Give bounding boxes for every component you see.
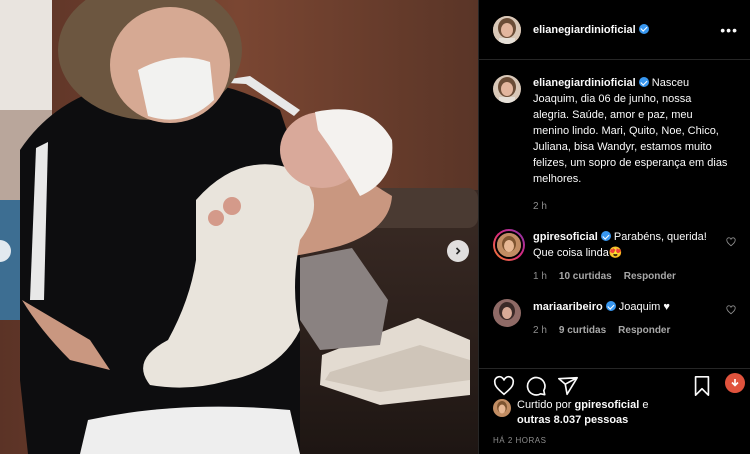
- comment-username[interactable]: gpiresoficial: [533, 231, 611, 243]
- comment-time[interactable]: 1 h: [533, 269, 547, 285]
- more-options-icon[interactable]: •••: [720, 22, 738, 38]
- caption-body: elianegiardinioficial Nasceu Joaquim, di…: [533, 75, 729, 215]
- comment-username[interactable]: mariaaribeiro: [533, 301, 616, 313]
- bookmark-icon[interactable]: [691, 375, 713, 397]
- reply-button[interactable]: Responder: [618, 323, 670, 339]
- caption-row: elianegiardinioficial Nasceu Joaquim, di…: [479, 61, 750, 215]
- comment-row: mariaaribeiro Joaquim ♥ 2 h 9 curtidas R…: [479, 285, 750, 339]
- comment-row: gpiresoficial Parabéns, querida! Que coi…: [479, 215, 750, 285]
- caption-username-text: elianegiardinioficial: [533, 77, 636, 89]
- verified-icon: [605, 301, 616, 311]
- action-bar: [479, 368, 750, 398]
- liked-by-username[interactable]: gpiresoficial: [574, 399, 639, 411]
- caption-username[interactable]: elianegiardinioficial: [533, 77, 649, 89]
- comment-icon[interactable]: [525, 375, 547, 397]
- liked-by-others[interactable]: outras 8.037 pessoas: [517, 414, 628, 426]
- post-side-panel: elianegiardinioficial ••• elianegiardini…: [478, 0, 750, 454]
- liked-by-joiner: e: [642, 399, 649, 411]
- like-comment-heart-icon[interactable]: [726, 305, 736, 315]
- reply-button[interactable]: Responder: [624, 269, 676, 285]
- comment-text: Joaquim ♥: [618, 301, 670, 313]
- download-extension-icon[interactable]: [725, 373, 745, 393]
- comment-likes[interactable]: 9 curtidas: [559, 323, 606, 339]
- verified-icon: [638, 77, 649, 87]
- next-arrow-icon: [455, 247, 461, 255]
- verified-icon: [638, 23, 649, 34]
- liked-by: Curtido por gpiresoficial e outras 8.037…: [493, 398, 740, 428]
- caption-avatar[interactable]: [493, 75, 521, 103]
- caption-time[interactable]: 2 h: [533, 199, 547, 215]
- photo-image: [0, 0, 478, 454]
- comment-username-text: mariaaribeiro: [533, 301, 603, 313]
- post-photo[interactable]: [0, 0, 478, 454]
- comment-avatar[interactable]: [493, 299, 521, 327]
- comment-avatar[interactable]: [493, 229, 525, 261]
- comment-body: gpiresoficial Parabéns, querida! Que coi…: [533, 229, 729, 285]
- post-time-ago[interactable]: HÁ 2 HORAS: [493, 436, 546, 445]
- share-icon[interactable]: [557, 375, 579, 397]
- caption-text: Nasceu Joaquim, dia 06 de junho, nossa a…: [533, 77, 728, 185]
- author-username[interactable]: elianegiardinioficial: [533, 23, 649, 36]
- comment-username-text: gpiresoficial: [533, 231, 598, 243]
- post-header: elianegiardinioficial •••: [479, 0, 750, 60]
- verified-icon: [600, 231, 611, 241]
- liked-by-prefix: Curtido por: [517, 399, 572, 411]
- author-avatar[interactable]: [493, 15, 521, 44]
- liked-by-avatar[interactable]: [493, 399, 511, 417]
- comment-likes[interactable]: 10 curtidas: [559, 269, 612, 285]
- next-photo-button[interactable]: [447, 240, 469, 262]
- heart-icon[interactable]: [493, 375, 515, 397]
- comments-list: elianegiardinioficial Nasceu Joaquim, di…: [479, 61, 750, 361]
- author-username-text: elianegiardinioficial: [533, 23, 636, 36]
- like-comment-heart-icon[interactable]: [726, 237, 736, 247]
- comment-time[interactable]: 2 h: [533, 323, 547, 339]
- comment-body: mariaaribeiro Joaquim ♥ 2 h 9 curtidas R…: [533, 299, 729, 339]
- liked-by-text: Curtido por gpiresoficial e outras 8.037…: [517, 398, 648, 428]
